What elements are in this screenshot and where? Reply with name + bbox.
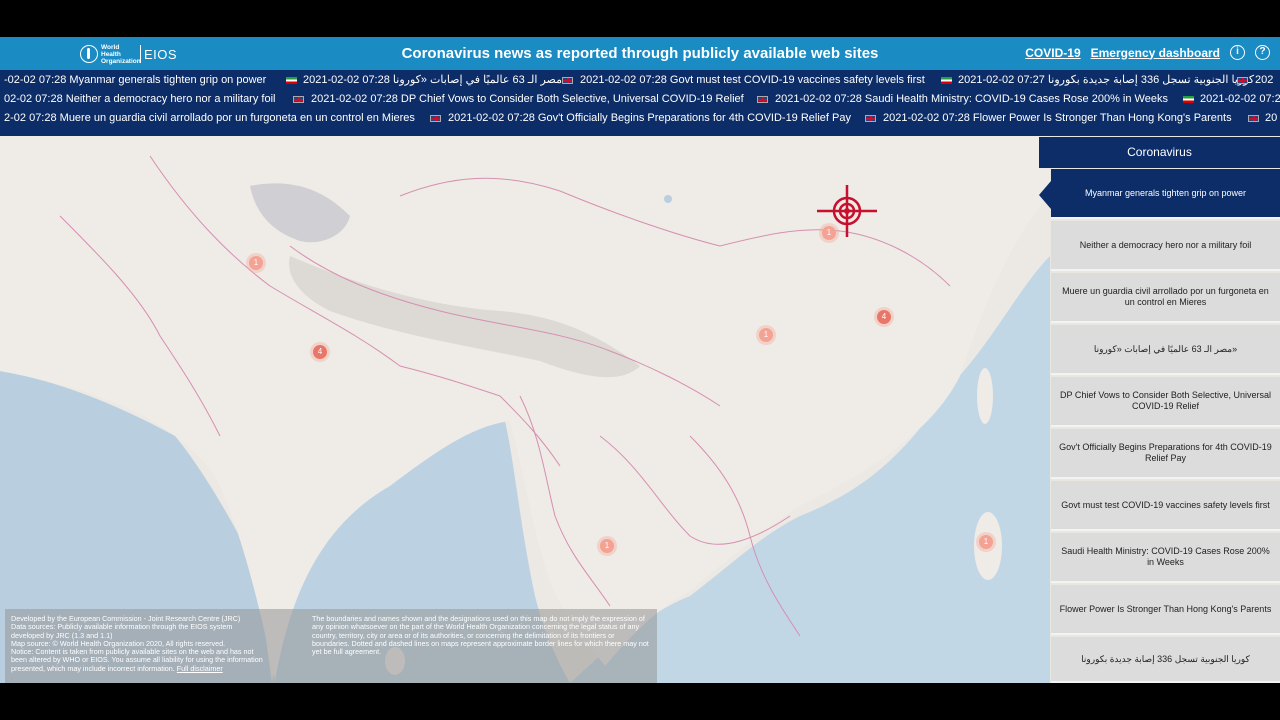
ticker-item[interactable]: 2-02 07:28 Muere un guardia civil arroll…	[4, 109, 415, 128]
active-item-pointer	[1039, 181, 1051, 209]
cluster-marker[interactable]: 1	[600, 539, 614, 553]
app-frame: World Health Organization EIOS Coronavir…	[0, 37, 1280, 683]
map-canvas[interactable]: 1 4 1 4 1 1 1	[0, 136, 1050, 683]
emergency-dashboard-link[interactable]: Emergency dashboard	[1091, 46, 1220, 60]
cluster-marker[interactable]: 4	[313, 345, 327, 359]
cluster-marker[interactable]: 4	[877, 310, 891, 324]
iran-flag-icon	[941, 77, 952, 84]
iran-flag-icon	[286, 77, 297, 84]
map-boundary-disclaimer: The boundaries and names shown and the d…	[305, 609, 657, 683]
sidebar-news-item[interactable]: Saudi Health Ministry: COVID-19 Cases Ro…	[1051, 533, 1280, 583]
iran-flag-icon	[1183, 96, 1194, 103]
ticker-item[interactable]: 2021-02-02 07:28 DP Chief Vows to Consid…	[311, 90, 744, 109]
ticker-item[interactable]: -02-02 07:28 Myanmar generals tighten gr…	[4, 71, 266, 90]
credits-line: presented, which may include incorrect i…	[11, 663, 299, 673]
covid-19-link[interactable]: COVID-19	[1025, 46, 1080, 60]
sidebar-news-item[interactable]: مصر الـ 63 عالميًا في إصابات «كورونا»	[1051, 325, 1280, 375]
uk-flag-icon	[1248, 115, 1259, 122]
ticker-item[interactable]: 2021-02-02 07:27 كوريا الجنوبية تسجل 336…	[958, 71, 1254, 90]
sidebar-news-item[interactable]: Muere un guardia civil arrollado por un …	[1051, 273, 1280, 323]
sidebar-news-item[interactable]: كوريا الجنوبية تسجل 336 إصابة جديدة بكور…	[1051, 637, 1280, 683]
info-icon[interactable]: i	[1230, 45, 1245, 60]
news-sidebar: Coronavirus Myanmar generals tighten gri…	[1039, 137, 1280, 683]
credits-line-text: presented, which may include incorrect i…	[11, 663, 175, 673]
sidebar-news-item[interactable]: Govt must test COVID-19 vaccines safety …	[1051, 481, 1280, 531]
ticker-item[interactable]: 202	[1255, 71, 1273, 90]
uk-flag-icon	[865, 115, 876, 122]
header-bar: World Health Organization EIOS Coronavir…	[0, 37, 1280, 70]
ticker-item[interactable]: 20	[1265, 109, 1277, 128]
sidebar-title: Coronavirus	[1039, 137, 1280, 168]
ticker-item[interactable]: 2021-02-02 07:28 Govt must test COVID-19…	[580, 71, 925, 90]
cluster-marker[interactable]: 1	[249, 256, 263, 270]
crosshair-target-icon[interactable]	[817, 185, 877, 237]
header-nav: COVID-19 Emergency dashboard i ?	[1025, 45, 1270, 60]
ticker-item[interactable]: 2021-02-02 07:28 Gov't Officially Begins…	[448, 109, 851, 128]
ticker-item[interactable]: 02-02 07:28 Neither a democracy hero nor…	[4, 90, 275, 109]
uk-flag-icon	[757, 96, 768, 103]
basemap	[0, 136, 1050, 683]
sidebar-news-item[interactable]: Neither a democracy hero nor a military …	[1051, 221, 1280, 271]
uk-flag-icon	[293, 96, 304, 103]
ticker-item[interactable]: 2021-02-02 07:2	[1200, 90, 1280, 109]
sidebar-news-item[interactable]: Gov't Officially Begins Preparations for…	[1051, 429, 1280, 479]
sidebar-news-item[interactable]: Myanmar generals tighten grip on power	[1051, 169, 1280, 219]
ticker-item[interactable]: 2021-02-02 07:28 Saudi Health Ministry: …	[775, 90, 1168, 109]
uk-flag-icon	[562, 77, 573, 84]
news-ticker: -02-02 07:28 Myanmar generals tighten gr…	[0, 70, 1280, 136]
cluster-marker[interactable]: 1	[759, 328, 773, 342]
map-credits: Developed by the European Commission - J…	[5, 609, 305, 683]
ticker-item[interactable]: 2021-02-02 07:28 مصر الـ 63 عالميًا في إ…	[303, 71, 568, 90]
ticker-item[interactable]: 2021-02-02 07:28 Flower Power Is Stronge…	[883, 109, 1232, 128]
cluster-marker[interactable]: 1	[979, 535, 993, 549]
sidebar-news-item[interactable]: DP Chief Vows to Consider Both Selective…	[1051, 377, 1280, 427]
help-icon[interactable]: ?	[1255, 45, 1270, 60]
sidebar-news-item[interactable]: Flower Power Is Stronger Than Hong Kong'…	[1051, 585, 1280, 635]
uk-flag-icon	[430, 115, 441, 122]
uk-flag-icon	[1237, 77, 1248, 84]
full-disclaimer-link[interactable]: Full disclaimer	[177, 664, 223, 673]
